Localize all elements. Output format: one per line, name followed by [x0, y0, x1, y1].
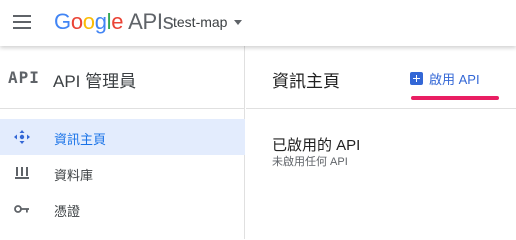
- sidebar-item-label: 資料庫: [54, 168, 94, 183]
- enable-api-button[interactable]: 啟用 API: [410, 68, 480, 88]
- sidebar-title: API 管理員: [53, 72, 137, 91]
- sidebar-item-credentials[interactable]: 憑證: [0, 191, 245, 227]
- page-title: 資訊主頁: [272, 72, 340, 91]
- google-apis-logo[interactable]: Google APIs: [54, 9, 174, 35]
- caret-down-icon: [234, 19, 243, 25]
- enable-api-label: 啟用 API: [429, 71, 480, 87]
- main-content: 資訊主頁 啟用 API 已啟用的 API 未啟用任何 API: [246, 46, 516, 239]
- highlight-underline: [411, 96, 499, 100]
- api-logo-icon: API: [8, 68, 40, 87]
- sidebar-item-label: 憑證: [54, 204, 81, 219]
- sidebar: API API 管理員 資訊主頁 資料庫 憑證: [0, 46, 245, 239]
- project-selector[interactable]: test-map: [173, 14, 243, 30]
- top-bar: Google APIs test-map: [0, 0, 516, 46]
- add-icon: [410, 71, 423, 85]
- project-name: test-map: [173, 14, 228, 30]
- sidebar-item-library[interactable]: 資料庫: [0, 155, 245, 191]
- key-icon: [14, 205, 29, 213]
- sidebar-item-label: 資訊主頁: [54, 132, 107, 147]
- dashboard-icon: [14, 130, 30, 144]
- library-icon: [15, 167, 29, 179]
- sidebar-header: API API 管理員: [0, 46, 245, 109]
- main-header: 資訊主頁 啟用 API: [246, 46, 516, 109]
- menu-icon[interactable]: [13, 15, 31, 29]
- enabled-apis-title: 已啟用的 API: [272, 137, 361, 154]
- enabled-apis-empty-text: 未啟用任何 API: [272, 156, 348, 168]
- sidebar-item-dashboard[interactable]: 資訊主頁: [0, 119, 245, 155]
